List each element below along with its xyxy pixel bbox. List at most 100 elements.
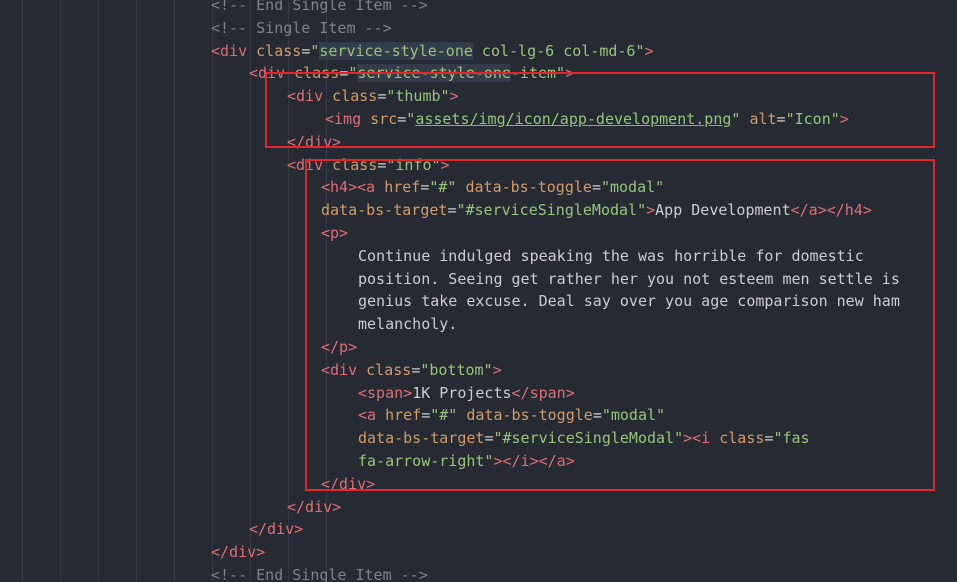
code-token: ><i [683, 429, 711, 448]
code-line[interactable]: </div> [249, 518, 303, 541]
code-token: </div> [287, 132, 342, 151]
code-token: = [397, 110, 407, 128]
code-line[interactable]: <div class="service-style-one-item"> [249, 62, 574, 85]
code-line[interactable]: <div class="info"> [287, 154, 450, 177]
code-line[interactable]: </div> [287, 496, 341, 519]
code-token: "Icon" [785, 110, 840, 128]
code-line[interactable]: <!-- Single Item --> [211, 17, 392, 40]
indent-guide [60, 0, 61, 582]
code-token: "fas [773, 429, 810, 448]
code-token: ></i></a> [493, 452, 575, 470]
indent-guide [212, 0, 213, 582]
code-line[interactable]: <p> [321, 222, 348, 245]
code-line[interactable]: <div class="thumb"> [287, 85, 459, 108]
code-token: <div [287, 87, 324, 106]
code-token: = [421, 406, 431, 425]
code-line[interactable]: <span>1K Projects</span> [358, 382, 575, 405]
code-token: > [839, 110, 849, 128]
code-token: </div> [249, 520, 304, 539]
indent-guide [174, 0, 175, 582]
code-token: <span> [358, 383, 413, 402]
code-token: <div [321, 360, 358, 379]
code-editor[interactable]: <!-- End Single Item --> <!-- Single Item… [0, 0, 957, 582]
code-line[interactable]: melancholy. [358, 313, 457, 336]
code-token: class [366, 360, 412, 379]
code-token: <div [249, 64, 286, 83]
code-token: "#" [429, 178, 457, 197]
code-token: "#serviceSingleModal" [493, 429, 684, 448]
code-token: <h4><a [321, 178, 376, 197]
code-line[interactable]: </div> [287, 131, 341, 154]
code-token: " [406, 110, 416, 128]
code-token: -item" [510, 64, 566, 83]
code-token: service-style-one [357, 64, 511, 83]
code-token: "bottom" [420, 360, 493, 379]
code-token: </div> [321, 474, 376, 493]
code-token: fa-arrow-right" [358, 452, 494, 470]
code-token: = [591, 178, 601, 197]
code-token: class [719, 429, 765, 448]
code-token: "modal" [601, 406, 666, 425]
code-token: col-lg-6 col-md-6" [472, 41, 645, 60]
code-line[interactable]: Continue indulged speaking the was horri… [358, 245, 864, 268]
code-token: </div> [287, 497, 342, 516]
code-token: </span> [511, 383, 575, 402]
code-line[interactable]: </div> [211, 541, 265, 564]
code-line[interactable]: <h4><a href="#" data-bs-toggle="modal" [321, 176, 664, 199]
code-token: position. Seeing get rather her you not … [358, 269, 900, 288]
code-token: = [377, 87, 387, 106]
code-token: = [592, 406, 602, 425]
code-token: App Development [655, 201, 791, 220]
code-token: = [411, 360, 421, 379]
code-token: = [339, 64, 349, 83]
code-token: > [440, 155, 450, 174]
code-line[interactable]: data-bs-target="#serviceSingleModal"><i … [358, 427, 810, 450]
code-token: data-bs-target [358, 429, 485, 448]
code-token: <div [211, 41, 248, 60]
code-token: data-bs-target [321, 201, 448, 220]
code-line[interactable]: </p> [321, 336, 357, 359]
code-token: "modal" [600, 178, 665, 197]
code-token: 1K Projects [412, 383, 512, 402]
code-token: > [565, 64, 575, 83]
code-token: > [492, 360, 502, 379]
code-line[interactable]: genius take excuse. Deal say over you ag… [358, 290, 900, 313]
code-line[interactable]: data-bs-target="#serviceSingleModal">App… [321, 199, 872, 222]
code-line[interactable]: <img src="assets/img/icon/app-developmen… [325, 108, 849, 131]
code-line[interactable]: <!-- End Single Item --> [211, 564, 428, 582]
code-token: service-style-one [319, 41, 473, 60]
code-line[interactable]: <!-- End Single Item --> [211, 0, 428, 17]
code-token: > [644, 41, 654, 60]
code-token: src [370, 110, 398, 128]
code-token: melancholy. [358, 315, 458, 334]
code-token: alt [749, 110, 777, 128]
code-token: href [384, 178, 421, 197]
code-line[interactable]: </div> [321, 473, 375, 496]
code-token: class [332, 155, 378, 174]
code-token: > [449, 87, 459, 106]
indent-guide [250, 0, 251, 582]
code-line[interactable]: <a href="#" data-bs-toggle="modal" [358, 404, 665, 427]
code-line[interactable]: position. Seeing get rather her you not … [358, 268, 900, 291]
code-token: <div [287, 155, 324, 174]
code-token: </div> [211, 543, 266, 562]
code-line[interactable]: fa-arrow-right"></i></a> [358, 450, 575, 473]
code-token: </a></h4> [790, 201, 872, 220]
code-token: "#" [430, 406, 458, 425]
code-token: </p> [321, 338, 358, 356]
code-token: <!-- Single Item --> [211, 18, 392, 37]
code-line[interactable]: <div class="bottom"> [321, 359, 502, 382]
indent-guide [136, 0, 137, 582]
code-token: href [385, 406, 422, 425]
code-line[interactable]: <div class="service-style-one col-lg-6 c… [211, 40, 654, 63]
indent-guide [22, 0, 23, 582]
code-token: data-bs-toggle [465, 178, 592, 197]
code-token: > [646, 201, 656, 220]
